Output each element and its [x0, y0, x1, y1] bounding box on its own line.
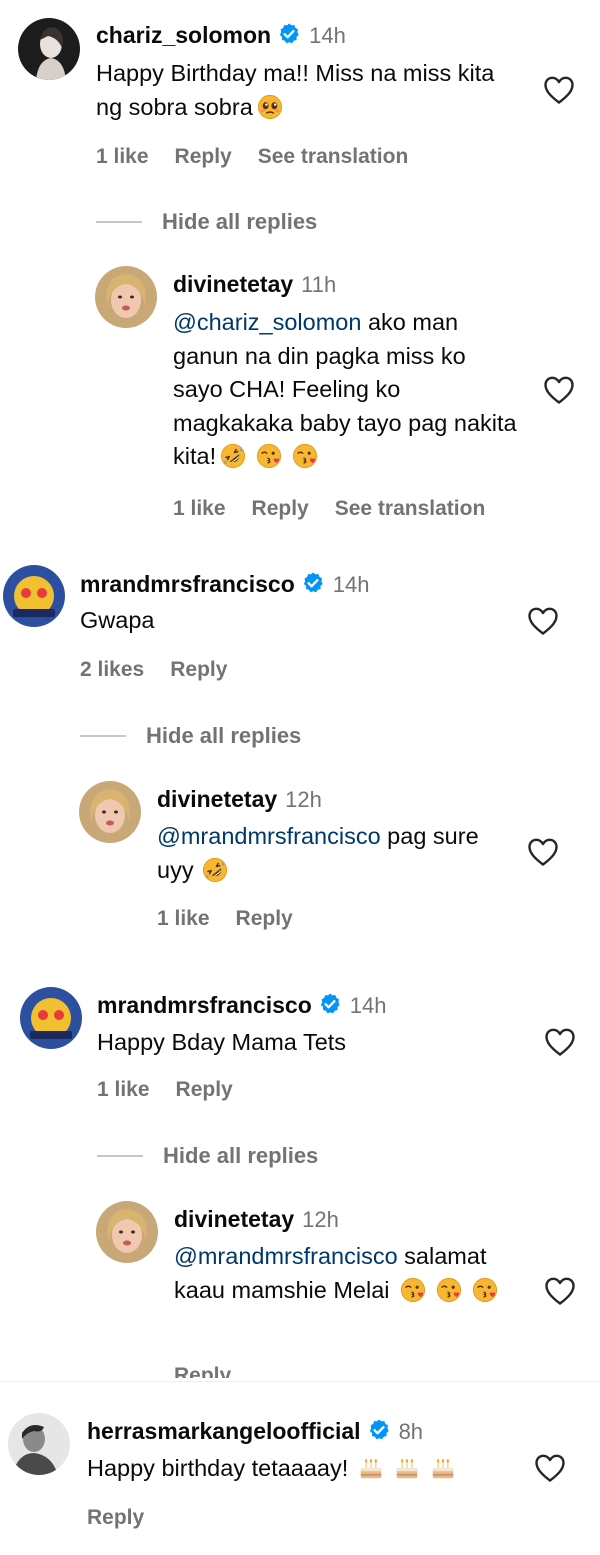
section-divider	[0, 1381, 600, 1382]
verified-badge-icon	[277, 22, 301, 46]
like-heart-icon[interactable]	[544, 1276, 576, 1306]
kissing-heart-emoji-icon	[436, 1277, 462, 1303]
username[interactable]: divinetetay	[174, 1206, 294, 1232]
like-heart-icon[interactable]	[543, 75, 575, 105]
username[interactable]: mrandmrsfrancisco	[80, 571, 295, 597]
hide-replies-button[interactable]: Hide all replies	[146, 723, 301, 749]
username[interactable]: mrandmrsfrancisco	[97, 992, 312, 1018]
timestamp: 11h	[301, 272, 337, 297]
birthday-cake-emoji-icon	[394, 1455, 420, 1481]
timestamp: 8h	[398, 1419, 424, 1444]
rofl-emoji-icon	[220, 443, 246, 469]
kissing-heart-emoji-icon	[472, 1277, 498, 1303]
timestamp: 14h	[309, 23, 346, 48]
reply-button[interactable]: Reply	[87, 1506, 144, 1529]
kissing-heart-emoji-icon	[292, 443, 318, 469]
verified-badge-icon	[301, 571, 325, 595]
avatar[interactable]	[79, 781, 141, 843]
like-heart-icon[interactable]	[544, 1027, 576, 1057]
like-heart-icon[interactable]	[543, 375, 575, 405]
mention-link[interactable]: @chariz_solomon	[173, 309, 361, 335]
like-heart-icon[interactable]	[527, 837, 559, 867]
comment-text: Gwapa	[80, 607, 155, 633]
username[interactable]: divinetetay	[173, 271, 293, 297]
hide-replies-button[interactable]: Hide all replies	[162, 209, 317, 235]
kissing-heart-emoji-icon	[400, 1277, 426, 1303]
username[interactable]: chariz_solomon	[96, 22, 271, 48]
hide-replies-button[interactable]: Hide all replies	[163, 1143, 318, 1169]
avatar[interactable]	[3, 565, 65, 627]
likes-count[interactable]: 1 like	[97, 1078, 150, 1101]
like-heart-icon[interactable]	[527, 606, 559, 636]
likes-count[interactable]: 1 like	[173, 497, 226, 520]
comment-text: Happy Bday Mama Tets	[97, 1029, 347, 1055]
avatar[interactable]	[18, 18, 80, 80]
avatar[interactable]	[95, 266, 157, 328]
divider	[97, 1155, 143, 1157]
timestamp: 14h	[332, 572, 370, 597]
mention-link[interactable]: @mrandmrsfrancisco	[157, 823, 381, 849]
reply-button[interactable]: Reply	[252, 497, 309, 520]
username[interactable]: herrasmarkangeloofficial	[87, 1418, 361, 1444]
username[interactable]: divinetetay	[157, 786, 277, 812]
see-translation-button[interactable]: See translation	[258, 145, 409, 168]
avatar[interactable]	[8, 1413, 70, 1475]
reply-button[interactable]: Reply	[170, 658, 227, 681]
divider	[96, 221, 142, 223]
avatar[interactable]	[20, 987, 82, 1049]
timestamp: 12h	[302, 1207, 339, 1232]
timestamp: 14h	[349, 993, 387, 1018]
reply-text: @mrandmrsfrancisco pag sure uyy	[157, 820, 497, 887]
comment-text: Happy Birthday ma!! Miss na miss kita ng…	[96, 60, 495, 120]
reply-button[interactable]: Reply	[176, 1078, 233, 1101]
birthday-cake-emoji-icon	[430, 1455, 456, 1481]
avatar[interactable]	[96, 1201, 158, 1263]
pleading-face-emoji-icon	[257, 94, 283, 120]
kissing-heart-emoji-icon	[256, 443, 282, 469]
like-heart-icon[interactable]	[534, 1453, 566, 1483]
birthday-cake-emoji-icon	[358, 1455, 384, 1481]
likes-count[interactable]: 1 like	[96, 145, 149, 168]
rofl-emoji-icon	[202, 857, 228, 883]
likes-count[interactable]: 2 likes	[80, 658, 144, 681]
likes-count[interactable]: 1 like	[157, 907, 210, 930]
reply-button[interactable]: Reply	[236, 907, 293, 930]
verified-badge-icon	[318, 992, 342, 1016]
verified-badge-icon	[367, 1418, 391, 1442]
reply-button[interactable]: Reply	[175, 145, 232, 168]
comment-text: Happy birthday tetaaaay!	[87, 1452, 527, 1486]
mention-link[interactable]: @mrandmrsfrancisco	[174, 1243, 398, 1269]
divider	[80, 735, 126, 737]
reply-text: @mrandmrsfrancisco salamat kaau mamshie …	[174, 1240, 534, 1307]
reply-text: @chariz_solomon ako man ganun na din pag…	[173, 306, 518, 474]
timestamp: 12h	[285, 787, 322, 812]
see-translation-button[interactable]: See translation	[335, 497, 486, 520]
reply-button[interactable]: Reply	[174, 1364, 231, 1378]
